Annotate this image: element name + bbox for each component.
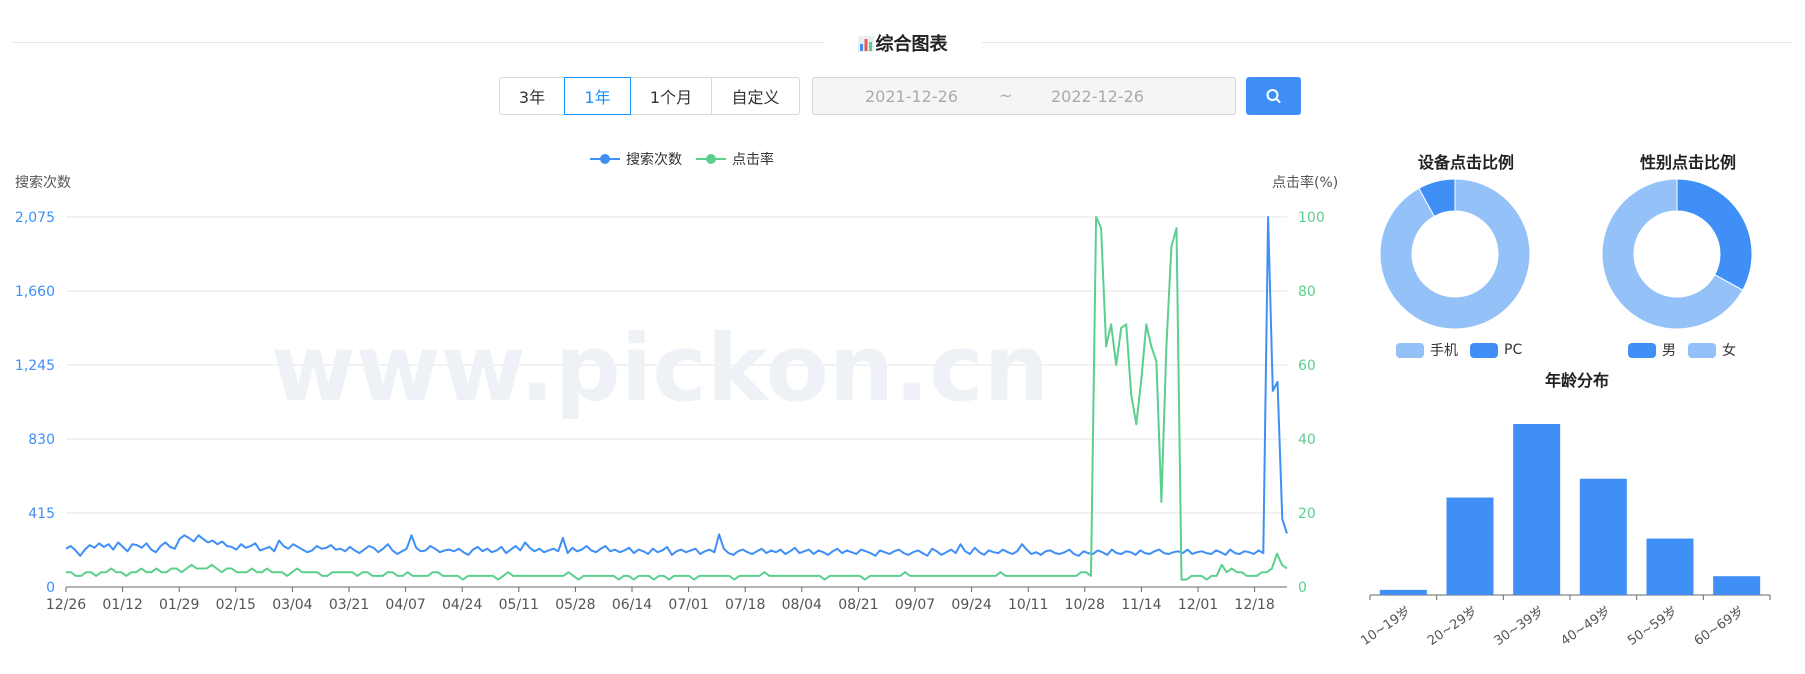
x-tick-label: 05/11 <box>499 597 539 613</box>
legend-swatch-pc <box>1470 342 1498 358</box>
age-bar <box>1513 424 1561 595</box>
range-1-year-button[interactable]: 1年 <box>564 77 631 115</box>
age-chart-title: 年龄分布 <box>1544 371 1609 390</box>
x-tick-label: 12/01 <box>1178 597 1218 613</box>
y-right-tick-label: 0 <box>1298 580 1307 596</box>
x-tick-label: 01/29 <box>159 597 199 613</box>
x-tick-label: 08/04 <box>782 597 822 613</box>
age-bar-chart: 10~19岁 20~29岁 30~39岁 40~49岁 50~59岁 60~69岁 <box>1360 424 1771 649</box>
y-right-tick-label: 80 <box>1298 284 1316 300</box>
age-category-label: 60~69岁 <box>1692 604 1747 649</box>
legend-swatch-female <box>1688 342 1716 358</box>
x-tick-label: 02/15 <box>216 597 256 613</box>
y-left-tick-label: 2,075 <box>15 210 55 226</box>
x-tick-label: 11/14 <box>1121 597 1161 613</box>
x-tick-label: 09/07 <box>895 597 935 613</box>
y-left-tick-label: 0 <box>46 580 55 596</box>
age-category-label: 40~49岁 <box>1558 604 1613 649</box>
y-left-tick-label: 830 <box>28 432 55 448</box>
legend-swatch-mobile <box>1396 342 1424 358</box>
x-tick-label: 07/01 <box>668 597 708 613</box>
y-right-tick-label: 40 <box>1298 432 1316 448</box>
age-bar <box>1579 478 1627 595</box>
x-tick-label: 05/28 <box>555 597 595 613</box>
x-tick-label: 03/21 <box>329 597 369 613</box>
gender-pie-chart <box>1602 178 1753 330</box>
gender-pie-legend: 男 女 <box>1628 340 1736 360</box>
x-tick-label: 03/04 <box>272 597 312 613</box>
age-bar <box>1646 538 1694 595</box>
age-category-label: 30~39岁 <box>1492 604 1547 649</box>
y-left-tick-label: 1,660 <box>15 284 55 300</box>
x-tick-label: 01/12 <box>102 597 142 613</box>
y-right-tick-label: 20 <box>1298 506 1316 522</box>
line-chart: 0 0 415 20 830 40 1,245 60 1,660 80 2,075 100 12/26 0… <box>15 210 1325 613</box>
legend-label-female: 女 <box>1722 343 1736 359</box>
x-tick-label: 04/07 <box>385 597 425 613</box>
x-tick-label: 12/18 <box>1234 597 1274 613</box>
x-tick-label: 07/18 <box>725 597 765 613</box>
x-tick-label: 06/14 <box>612 597 652 613</box>
legend-label-mobile: 手机 <box>1430 343 1458 359</box>
x-tick-label: 09/24 <box>951 597 991 613</box>
y-left-tick-label: 1,245 <box>15 358 55 374</box>
y-left-tick-label: 415 <box>28 506 55 522</box>
device-pie-chart <box>1380 178 1531 330</box>
x-tick-label: 08/21 <box>838 597 878 613</box>
watermark: www.pickon.cn <box>271 315 1049 422</box>
age-bar <box>1713 576 1761 595</box>
age-category-label: 20~29岁 <box>1425 604 1480 649</box>
range-1-year-label: 1年 <box>584 88 611 107</box>
gender-pie-slice-0 <box>1676 178 1753 291</box>
age-category-label: 10~19岁 <box>1360 604 1414 649</box>
y-right-tick-label: 60 <box>1298 358 1316 374</box>
legend-label-pc: PC <box>1504 342 1523 358</box>
age-bar <box>1379 589 1427 595</box>
x-tick-label: 10/11 <box>1008 597 1048 613</box>
age-bar <box>1446 497 1494 595</box>
x-tick-label: 04/24 <box>442 597 482 613</box>
legend-label-male: 男 <box>1662 343 1676 359</box>
y-right-tick-label: 100 <box>1298 210 1325 226</box>
x-tick-label: 10/28 <box>1065 597 1105 613</box>
age-category-label: 50~59岁 <box>1625 604 1680 649</box>
x-tick-label: 12/26 <box>46 597 86 613</box>
device-pie-legend: 手机 PC <box>1396 340 1522 360</box>
legend-swatch-male <box>1628 342 1656 358</box>
